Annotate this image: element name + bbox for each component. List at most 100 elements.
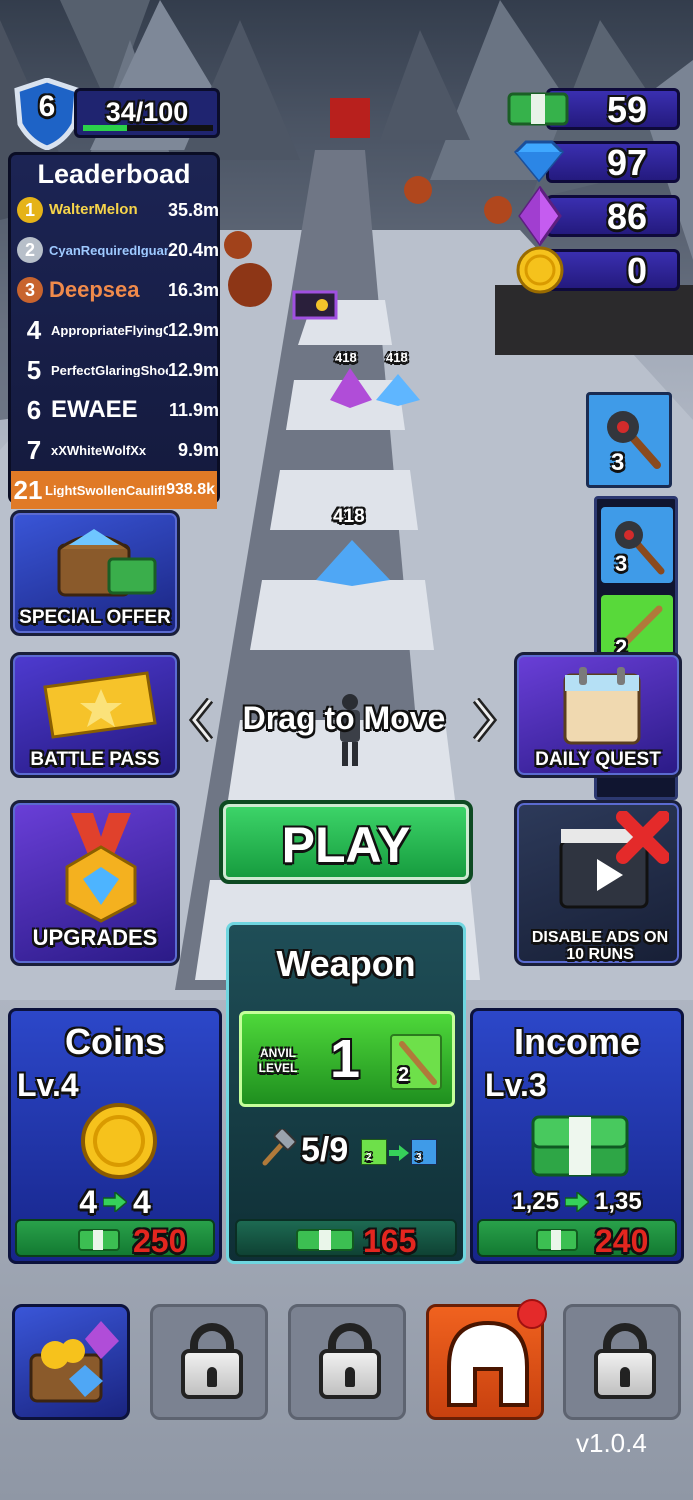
weapon-slot-count: 3 (611, 449, 625, 476)
arrow-right-icon (103, 1192, 127, 1212)
leaderboard-title: Leaderboad (37, 159, 191, 189)
leaderboard-rank: 5 (26, 354, 42, 385)
cash-icon (507, 92, 569, 126)
nav-locked-slot[interactable] (563, 1304, 681, 1420)
daily-quest-button[interactable]: DAILY QUEST (514, 652, 682, 778)
drag-hint-text: Drag to Move (242, 700, 446, 736)
cash-icon (536, 1229, 578, 1251)
nav-locked-slot[interactable] (288, 1304, 406, 1420)
coins-card-change: 4 4 (11, 1183, 219, 1220)
weapon-progress-text: 5/9 (301, 1131, 349, 1169)
coins-price: 250 (133, 1223, 187, 1259)
leaderboard-score: 9.9m (177, 439, 219, 460)
mini-weapon-to: 3 (411, 1139, 437, 1165)
gem-counter: 86 (546, 195, 680, 237)
weapon-slot[interactable]: 3 (586, 392, 672, 488)
cash-value: 59 (606, 89, 647, 130)
no-ads-icon (559, 811, 669, 909)
leaderboard-score: 11.9m (168, 399, 219, 420)
disable-ads-button[interactable]: DISABLE ADS ON 10 RUNS (514, 800, 682, 966)
version-label: v1.0.4 (576, 1428, 647, 1458)
medal-icon (65, 813, 137, 923)
mini-weapon-from: 2 (361, 1139, 387, 1165)
leaderboard[interactable]: Leaderboad 1 WalterMelon 35.8m 2 CyanRequire… (8, 152, 221, 509)
coins-card-title: Coins (64, 1021, 165, 1062)
pickup-value: 418 (386, 350, 408, 365)
weapon-slot-count: 3 (615, 551, 628, 576)
anvil-level: 1 (330, 1029, 361, 1089)
leaderboard-score: 16.3m (167, 279, 219, 300)
coins-upgrade-card[interactable]: Coins Lv.4 4 4 250 (8, 1008, 222, 1264)
leaderboard-row: 2 CyanRequiredIguana 20.4m (17, 231, 221, 269)
leaderboard-score: 35.8m (167, 199, 219, 220)
leaderboard-player-name: WalterMelon (49, 201, 138, 218)
leaderboard-player-name: xXWhiteWolfXx (51, 443, 147, 457)
income-price: 240 (595, 1223, 649, 1259)
income-card-level: Lv.3 (485, 1067, 547, 1103)
leaderboard-score: 12.9m (167, 359, 219, 380)
purple-gem-icon (518, 186, 562, 246)
diamond-value: 97 (606, 142, 647, 183)
weapon-upgrade-card[interactable]: Weapon ANVIL LEVEL 1 2 5/9 2 3 165 (226, 922, 466, 1264)
disable-ads-label: DISABLE ADS ON 10 RUNS (531, 929, 669, 963)
spiked-mace-icon (607, 411, 661, 469)
nav-locked-slot[interactable] (150, 1304, 268, 1420)
leaderboard-rank: 6 (26, 394, 42, 425)
leaderboard-score: 20.4m (167, 239, 219, 260)
income-upgrade-card[interactable]: Income Lv.3 1,25 1,35 240 (470, 1008, 684, 1264)
weapon-buy-button[interactable]: 165 (235, 1219, 457, 1259)
cash-stack-icon (531, 1115, 629, 1177)
anvil-label: ANVIL LEVEL (258, 1046, 298, 1075)
income-buy-button[interactable]: 240 (477, 1219, 677, 1259)
anvil-panel: ANVIL LEVEL 1 2 (239, 1011, 455, 1107)
income-to: 1,35 (595, 1188, 642, 1215)
coins-to: 4 (133, 1183, 151, 1220)
special-offer-label: SPECIAL OFFER (19, 607, 171, 628)
chevron-right-icon (472, 698, 498, 742)
leaderboard-rank: 4 (26, 314, 42, 345)
mini-from-level: 2 (366, 1152, 372, 1163)
gold-coin-icon (81, 1103, 157, 1179)
nav-character-button[interactable] (426, 1299, 547, 1420)
treasure-icon (29, 1321, 119, 1403)
leaderboard-row: 21LightSwollenCauliflower938.8k (11, 471, 217, 509)
upgrades-button[interactable]: UPGRADES (10, 800, 180, 966)
notification-badge (517, 1299, 547, 1329)
xp-bar: 34/100 (74, 88, 220, 138)
leaderboard-rank: 3 (17, 277, 43, 303)
leaderboard-row: 7 xXWhiteWolfXx 9.9m (17, 431, 221, 469)
weapon-slot[interactable]: 3 (601, 507, 673, 583)
drag-hint: Drag to Move (188, 694, 500, 742)
leaderboard-score: 938.8k (166, 481, 215, 498)
upgrades-label: UPGRADES (32, 925, 158, 950)
cash-icon (296, 1229, 354, 1251)
special-offer-button[interactable]: SPECIAL OFFER (10, 510, 180, 636)
weapon-slot[interactable]: 2 (601, 595, 673, 660)
leaderboard-row: 1 WalterMelon 35.8m (17, 191, 221, 229)
pickup-value: 418 (335, 350, 357, 365)
ticket-icon (43, 671, 157, 739)
xp-text: 34/100 (105, 97, 189, 127)
calendar-icon (563, 667, 641, 745)
battle-pass-label: BATTLE PASS (30, 749, 160, 770)
battle-pass-button[interactable]: BATTLE PASS (10, 652, 180, 778)
leaderboard-score: 12.9m (167, 319, 219, 340)
nav-shop-button[interactable] (12, 1304, 130, 1420)
hammer-icon (262, 1129, 297, 1166)
play-button[interactable]: PLAY (219, 800, 473, 884)
leaderboard-row: 6 EWAEE 11.9m (17, 391, 221, 429)
cash-icon (78, 1229, 120, 1251)
coins-buy-button[interactable]: 250 (15, 1219, 215, 1259)
player-level-badge: 6 (14, 77, 80, 151)
income-from: 1,25 (512, 1188, 559, 1215)
income-card-change: 1,25 1,35 (473, 1185, 681, 1219)
leaderboard-player-name: CyanRequiredIguana (49, 243, 168, 257)
xp-fill (83, 125, 128, 131)
daily-quest-label: DAILY QUEST (535, 749, 661, 770)
leaderboard-rank: 1 (17, 197, 43, 223)
blue-diamond-icon (513, 140, 565, 183)
helmet-icon (447, 1320, 529, 1407)
leaderboard-player-name: LightSwollenCauliflower (45, 483, 166, 497)
gold-coin-icon (516, 246, 564, 294)
leaderboard-player-name: EWAEE (51, 398, 138, 422)
